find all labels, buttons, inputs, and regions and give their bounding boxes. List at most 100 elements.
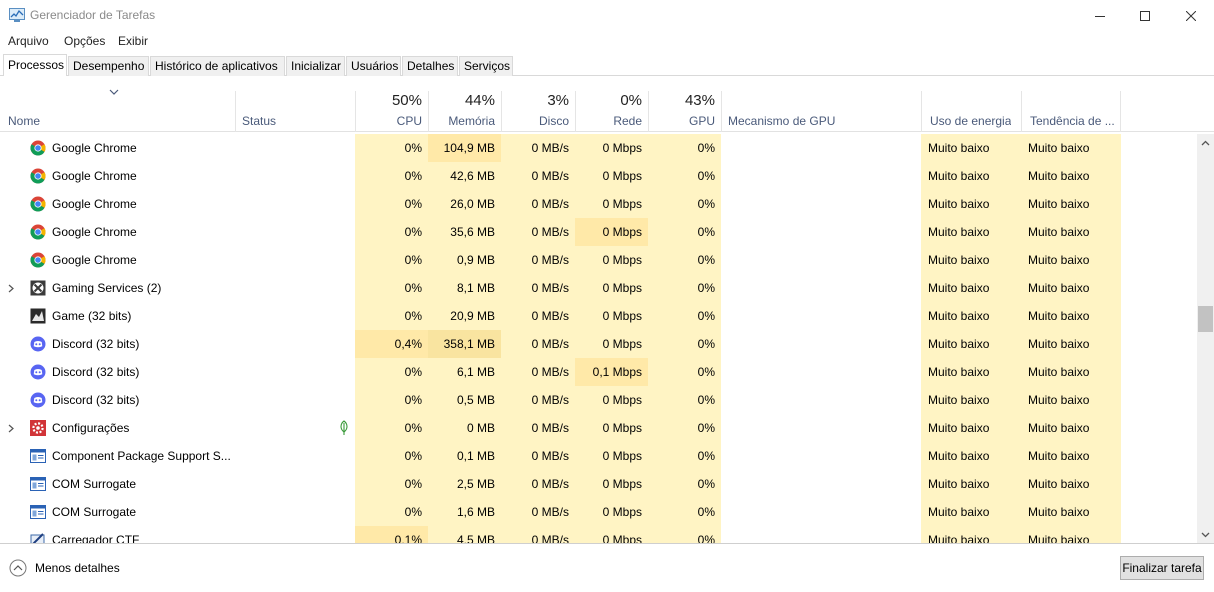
- window-title: Gerenciador de Tarefas: [30, 8, 156, 22]
- app-window-icon: [30, 449, 46, 463]
- process-row[interactable]: Component Package Support S... 0% 0,1 MB 0 …: [0, 442, 1197, 470]
- power-usage-cell: Muito baixo: [921, 162, 1021, 190]
- gpu-cell: 0%: [648, 218, 721, 246]
- discord-icon: [30, 336, 46, 352]
- memory-cell: 42,6 MB: [428, 162, 501, 190]
- gpu-cell: 0%: [648, 414, 721, 442]
- end-task-button[interactable]: Finalizar tarefa: [1120, 556, 1204, 580]
- menu-opcoes[interactable]: Opções: [64, 34, 105, 48]
- less-details-chevron-icon[interactable]: [9, 559, 27, 577]
- process-name: Carregador CTF: [52, 533, 140, 543]
- header-memory[interactable]: 44% Memória: [428, 91, 501, 132]
- network-cell: 0 Mbps: [575, 330, 648, 358]
- process-row[interactable]: Discord (32 bits) 0% 6,1 MB 0 MB/s 0,1 Mbps 0…: [0, 358, 1197, 386]
- process-name: Discord (32 bits): [52, 393, 140, 407]
- process-row[interactable]: Game (32 bits) 0% 20,9 MB 0 MB/s 0 Mbps 0% Mui…: [0, 302, 1197, 330]
- header-network-pct: 0%: [620, 92, 642, 109]
- maximize-button[interactable]: [1122, 0, 1168, 31]
- tab-bar: Processos Desempenho Histórico de aplica…: [0, 54, 1214, 76]
- scroll-down-icon: [1201, 532, 1210, 537]
- process-name: Gaming Services (2): [52, 281, 162, 295]
- process-row[interactable]: Google Chrome 0% 104,9 MB 0 MB/s 0 Mbps 0% Mui…: [0, 134, 1197, 162]
- tab-detalhes[interactable]: Detalhes: [402, 56, 458, 76]
- power-trend-cell: Muito baixo: [1021, 386, 1121, 414]
- process-row[interactable]: Google Chrome 0% 0,9 MB 0 MB/s 0 Mbps 0% Muito…: [0, 246, 1197, 274]
- chrome-icon: [30, 252, 46, 268]
- network-cell: 0 Mbps: [575, 414, 648, 442]
- power-usage-cell: Muito baixo: [921, 218, 1021, 246]
- memory-cell: 4,5 MB: [428, 526, 501, 543]
- process-name: Configurações: [52, 421, 130, 435]
- network-cell: 0 Mbps: [575, 246, 648, 274]
- header-disk[interactable]: 3% Disco: [501, 91, 575, 132]
- power-usage-cell: Muito baixo: [921, 330, 1021, 358]
- header-status[interactable]: Status: [235, 91, 355, 132]
- chrome-icon: [30, 168, 46, 184]
- memory-cell: 26,0 MB: [428, 190, 501, 218]
- chrome-icon: [30, 140, 46, 156]
- process-row[interactable]: Google Chrome 0% 35,6 MB 0 MB/s 0 Mbps 0% Muit…: [0, 218, 1197, 246]
- header-name-label: Nome: [8, 114, 41, 128]
- disk-cell: 0 MB/s: [501, 386, 575, 414]
- close-button[interactable]: [1168, 0, 1214, 31]
- less-details-link[interactable]: Menos detalhes: [35, 561, 120, 575]
- cpu-cell: 0%: [355, 414, 428, 442]
- process-row[interactable]: Carregador CTF 0,1% 4,5 MB 0 MB/s 0 Mbps 0% Mu…: [0, 526, 1197, 543]
- process-name: Discord (32 bits): [52, 337, 140, 351]
- power-trend-cell: Muito baixo: [1021, 442, 1121, 470]
- process-row[interactable]: COM Surrogate 0% 2,5 MB 0 MB/s 0 Mbps 0% Muito…: [0, 470, 1197, 498]
- gpu-engine-cell: [721, 190, 921, 218]
- expand-chevron-icon[interactable]: [8, 414, 18, 442]
- process-row[interactable]: Configurações 0% 0 MB 0 MB/s 0 Mbps 0% Muito b…: [0, 414, 1197, 442]
- scrollbar-thumb[interactable]: [1198, 306, 1213, 332]
- power-trend-cell: Muito baixo: [1021, 330, 1121, 358]
- tab-usuarios[interactable]: Usuários: [346, 56, 401, 76]
- scroll-down-button[interactable]: [1197, 526, 1214, 543]
- gpu-engine-cell: [721, 218, 921, 246]
- cpu-cell: 0%: [355, 274, 428, 302]
- xbox-icon: [30, 280, 46, 296]
- minimize-button[interactable]: [1077, 0, 1123, 31]
- header-gpu-pct: 43%: [684, 92, 715, 109]
- cpu-cell: 0%: [355, 302, 428, 330]
- power-usage-cell: Muito baixo: [921, 386, 1021, 414]
- tab-servicos[interactable]: Serviços: [459, 56, 513, 76]
- cpu-cell: 0%: [355, 442, 428, 470]
- gpu-cell: 0%: [648, 498, 721, 526]
- header-gpu[interactable]: 43% GPU: [648, 91, 721, 132]
- process-row[interactable]: Discord (32 bits) 0,4% 358,1 MB 0 MB/s 0 Mbp…: [0, 330, 1197, 358]
- tab-processos[interactable]: Processos: [3, 54, 67, 76]
- chrome-icon: [30, 196, 46, 212]
- minimize-icon: [1095, 15, 1105, 17]
- chrome-icon: [30, 224, 46, 240]
- disk-cell: 0 MB/s: [501, 526, 575, 543]
- vertical-scrollbar[interactable]: [1197, 134, 1214, 543]
- header-status-label: Status: [242, 114, 277, 128]
- process-row[interactable]: Discord (32 bits) 0% 0,5 MB 0 MB/s 0 Mbps 0% M…: [0, 386, 1197, 414]
- header-gpu-engine[interactable]: Mecanismo de GPU: [721, 91, 921, 132]
- expand-chevron-icon[interactable]: [8, 274, 18, 302]
- header-cpu[interactable]: 50% CPU: [355, 91, 428, 132]
- disk-cell: 0 MB/s: [501, 498, 575, 526]
- header-power[interactable]: Uso de energia: [921, 91, 1021, 132]
- header-power-trend[interactable]: Tendência de ...: [1021, 91, 1121, 132]
- tab-desempenho[interactable]: Desempenho: [68, 56, 149, 76]
- process-row[interactable]: Google Chrome 0% 42,6 MB 0 MB/s 0 Mbps 0% Muit…: [0, 162, 1197, 190]
- header-name[interactable]: Nome: [0, 91, 235, 132]
- power-trend-cell: Muito baixo: [1021, 218, 1121, 246]
- process-row[interactable]: Google Chrome 0% 26,0 MB 0 MB/s 0 Mbps 0% Muit…: [0, 190, 1197, 218]
- process-name: Google Chrome: [52, 141, 137, 155]
- process-row[interactable]: COM Surrogate 0% 1,6 MB 0 MB/s 0 Mbps 0% Muito…: [0, 498, 1197, 526]
- network-cell: 0 Mbps: [575, 386, 648, 414]
- scroll-up-button[interactable]: [1197, 134, 1214, 151]
- tab-historico-aplicativos[interactable]: Histórico de aplicativos: [150, 56, 285, 76]
- process-row[interactable]: Gaming Services (2) 0% 8,1 MB 0 MB/s 0 Mbps 0…: [0, 274, 1197, 302]
- menu-exibir[interactable]: Exibir: [118, 34, 148, 48]
- gpu-cell: 0%: [648, 330, 721, 358]
- header-network[interactable]: 0% Rede: [575, 91, 648, 132]
- column-header: Nome Status 50% CPU 44% Memória 3% Disco…: [0, 77, 1214, 132]
- disk-cell: 0 MB/s: [501, 442, 575, 470]
- process-name: Component Package Support S...: [52, 449, 231, 463]
- menu-arquivo[interactable]: Arquivo: [8, 34, 49, 48]
- tab-inicializar[interactable]: Inicializar: [286, 56, 345, 76]
